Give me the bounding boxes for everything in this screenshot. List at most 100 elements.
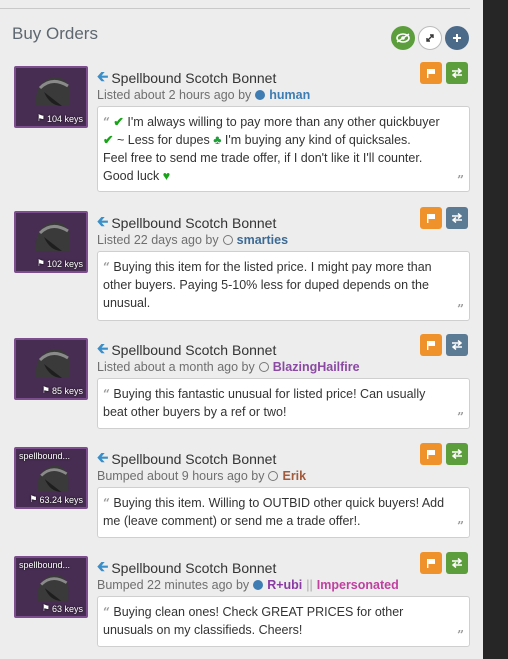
- item-thumbnail[interactable]: ⚑ 85 keys: [14, 338, 88, 400]
- quote-open-icon: “: [103, 115, 110, 129]
- status-dot-icon: [255, 90, 266, 100]
- trade-button[interactable]: [446, 62, 468, 84]
- arrow-left-icon: 🡰: [97, 340, 109, 356]
- item-thumbnail[interactable]: ⚑ 104 keys: [14, 66, 88, 128]
- buy-orders-panel: Buy Orders ⚑ 104 keys 🡰 Spellbound Scotch …: [0, 0, 483, 659]
- price-badge: ⚑ 85 keys: [41, 385, 83, 396]
- flag-icon: [427, 214, 435, 223]
- report-button[interactable]: [420, 207, 442, 229]
- report-button[interactable]: [420, 443, 442, 465]
- trade-button[interactable]: [446, 552, 468, 574]
- item-thumbnail[interactable]: spellbound... ⚑ 63.24 keys: [14, 447, 88, 509]
- flag-icon: [427, 69, 435, 78]
- check-icon: ✔: [103, 133, 114, 147]
- add-button[interactable]: [445, 26, 469, 50]
- dark-sidebar: [483, 0, 508, 659]
- listing-meta: Listed 22 days ago by smarties: [97, 233, 289, 247]
- arrow-left-icon: 🡰: [97, 213, 109, 229]
- listing-meta: Listed about 2 hours ago by human: [97, 88, 311, 102]
- listing-comment: “ Buying clean ones! Check GREAT PRICES …: [97, 596, 470, 647]
- item-name[interactable]: 🡰 Spellbound Scotch Bonnet: [97, 211, 276, 235]
- quote-open-icon: “: [103, 260, 110, 274]
- quote-close-icon: ”: [457, 628, 464, 642]
- listing-item: ⚑ 102 keys 🡰 Spellbound Scotch Bonnet List…: [0, 207, 483, 321]
- exchange-icon: [451, 340, 463, 350]
- listing-comment: “ Buying this item for the listed price.…: [97, 251, 470, 321]
- expand-button[interactable]: [418, 26, 442, 50]
- listing-item: ⚑ 85 keys 🡰 Spellbound Scotch Bonnet Liste…: [0, 334, 483, 430]
- separator: ||: [306, 578, 313, 592]
- trade-button[interactable]: [446, 207, 468, 229]
- listing-comment: “ Buying this item. Willing to OUTBID ot…: [97, 487, 470, 538]
- listing-meta: Bumped about 9 hours ago by Erik: [97, 469, 307, 483]
- exchange-icon: [451, 558, 463, 568]
- flag-icon: [427, 559, 435, 568]
- tag-icon: ⚑: [41, 385, 50, 395]
- listing-comment: “ ✔ I'm always willing to pay more than …: [97, 106, 470, 192]
- arrow-left-icon: 🡰: [97, 558, 109, 574]
- exchange-icon: [451, 449, 463, 459]
- report-button[interactable]: [420, 552, 442, 574]
- status-dot-icon: [253, 580, 264, 590]
- status-dot-icon: [258, 362, 269, 372]
- divider: [0, 8, 470, 9]
- quote-close-icon: ”: [457, 519, 464, 533]
- tag-icon: ⚑: [41, 603, 50, 613]
- user-link[interactable]: Erik: [282, 469, 306, 483]
- quote-open-icon: “: [103, 605, 110, 619]
- item-name[interactable]: 🡰 Spellbound Scotch Bonnet: [97, 338, 276, 362]
- eye-icon: [396, 33, 410, 43]
- thumb-label: spellbound...: [19, 451, 71, 461]
- status-dot-icon: [222, 235, 233, 245]
- tag-icon: ⚑: [29, 494, 38, 504]
- item-name[interactable]: 🡰 Spellbound Scotch Bonnet: [97, 556, 276, 580]
- check-icon: ✔: [113, 115, 124, 129]
- eye-button[interactable]: [391, 26, 415, 50]
- heart-icon: ♥: [162, 169, 171, 183]
- item-thumbnail[interactable]: ⚑ 102 keys: [14, 211, 88, 273]
- quote-open-icon: “: [103, 387, 110, 401]
- price-badge: ⚑ 104 keys: [36, 113, 83, 124]
- report-button[interactable]: [420, 62, 442, 84]
- tag-icon: ⚑: [36, 258, 45, 268]
- impersonated-label: Impersonated: [316, 578, 399, 592]
- flag-icon: [427, 341, 435, 350]
- hat-icon: [35, 222, 70, 251]
- status-dot-icon: [268, 471, 279, 481]
- report-button[interactable]: [420, 334, 442, 356]
- trade-button[interactable]: [446, 443, 468, 465]
- flag-icon: [427, 450, 435, 459]
- quote-open-icon: “: [103, 496, 110, 510]
- item-name[interactable]: 🡰 Spellbound Scotch Bonnet: [97, 447, 276, 471]
- exchange-icon: [451, 213, 463, 223]
- listing-item: spellbound... ⚑ 63 keys 🡰 Spellbound Scotc…: [0, 552, 483, 648]
- trade-button[interactable]: [446, 334, 468, 356]
- listing-meta: Bumped 22 minutes ago by R+ubi || Impers…: [97, 578, 399, 592]
- quote-close-icon: ”: [457, 173, 464, 187]
- quote-close-icon: ”: [457, 410, 464, 424]
- item-name[interactable]: 🡰 Spellbound Scotch Bonnet: [97, 66, 276, 90]
- user-link[interactable]: human: [269, 88, 310, 102]
- hat-icon: [35, 77, 70, 106]
- user-link[interactable]: BlazingHailfire: [273, 360, 360, 374]
- arrow-left-icon: 🡰: [97, 449, 109, 465]
- clover-icon: ♣: [213, 133, 222, 147]
- user-link[interactable]: R+ubi: [267, 578, 302, 592]
- section-title: Buy Orders: [12, 24, 98, 43]
- price-badge: ⚑ 102 keys: [36, 258, 83, 269]
- expand-icon: [426, 34, 434, 42]
- item-thumbnail[interactable]: spellbound... ⚑ 63 keys: [14, 556, 88, 618]
- price-badge: ⚑ 63.24 keys: [29, 494, 83, 505]
- listing-comment: “ Buying this fantastic unusual for list…: [97, 378, 470, 429]
- hat-icon: [35, 349, 70, 378]
- listing-meta: Listed about a month ago by BlazingHailf…: [97, 360, 360, 374]
- tag-icon: ⚑: [36, 113, 45, 123]
- listing-item: ⚑ 104 keys 🡰 Spellbound Scotch Bonnet List…: [0, 62, 483, 192]
- thumb-label: spellbound...: [19, 560, 71, 570]
- arrow-left-icon: 🡰: [97, 68, 109, 84]
- listing-item: spellbound... ⚑ 63.24 keys 🡰 Spellbound Sc…: [0, 443, 483, 539]
- exchange-icon: [451, 68, 463, 78]
- plus-icon: [453, 34, 461, 42]
- quote-close-icon: ”: [457, 302, 464, 316]
- user-link[interactable]: smarties: [237, 233, 288, 247]
